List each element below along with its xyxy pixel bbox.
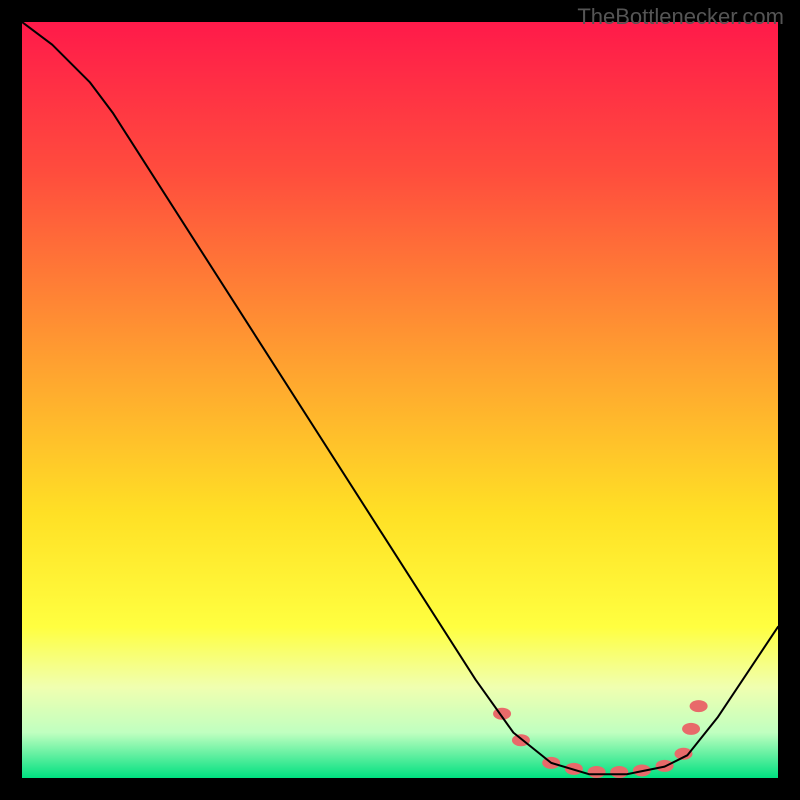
marker-point: [682, 723, 700, 735]
chart-area: [22, 22, 778, 778]
curve-layer: [22, 22, 778, 778]
marker-point: [690, 700, 708, 712]
watermark-text: TheBottlenecker.com: [577, 4, 784, 30]
marker-point: [588, 766, 606, 778]
markers-group: [493, 700, 708, 778]
marker-point: [610, 766, 628, 778]
bottleneck-curve: [22, 22, 778, 774]
